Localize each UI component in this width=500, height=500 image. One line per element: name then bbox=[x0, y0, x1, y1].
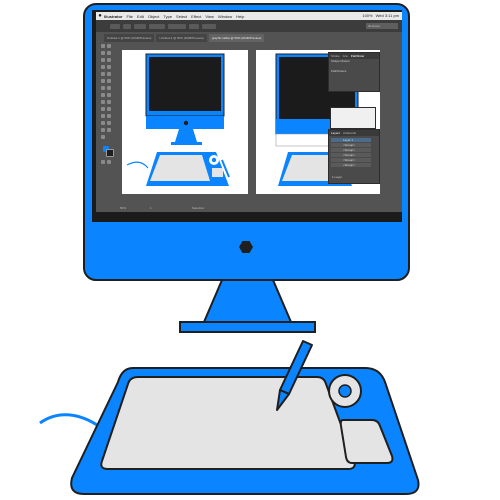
layer-row[interactable]: <Group> bbox=[331, 153, 371, 157]
workspace-search[interactable]: Illustrator bbox=[366, 23, 398, 29]
free-transform-tool-icon[interactable] bbox=[101, 93, 105, 97]
paintbrush-tool-icon[interactable] bbox=[101, 72, 105, 76]
control-stroke-weight[interactable] bbox=[149, 23, 165, 29]
mac-menubar: ● Illustrator File Edit Object Type Sele… bbox=[96, 12, 402, 20]
layers-count: 1 Layer bbox=[332, 175, 343, 179]
tablet-dial-center bbox=[338, 384, 352, 398]
control-select[interactable] bbox=[110, 23, 120, 29]
layer-row[interactable]: <Group> bbox=[331, 158, 371, 162]
screen-mode-icon[interactable] bbox=[107, 160, 111, 164]
menu-view[interactable]: View bbox=[205, 14, 214, 19]
menubar-status: 100% Wed 3:11 pm bbox=[362, 13, 399, 18]
mesh-tool-icon[interactable] bbox=[107, 100, 111, 104]
tab-untitled-1[interactable]: Untitled-1 @ 50% (RGB/Preview) bbox=[104, 34, 155, 42]
control-bar: Illustrator bbox=[96, 20, 402, 32]
pathfinder-panel: Stroke Gra Pathfinder Shape Modes: Pathf… bbox=[328, 52, 380, 92]
menu-select[interactable]: Select bbox=[176, 14, 187, 19]
symbol-sprayer-tool-icon[interactable] bbox=[107, 114, 111, 118]
stroke-swatch[interactable] bbox=[106, 149, 114, 157]
apple-icon[interactable]: ● bbox=[96, 13, 104, 19]
menu-object[interactable]: Object bbox=[148, 14, 160, 19]
lasso-tool-icon[interactable] bbox=[107, 51, 111, 55]
tablet-drawing-area[interactable] bbox=[100, 376, 356, 470]
type-tool-icon[interactable] bbox=[107, 58, 111, 62]
clock-text[interactable]: Wed 3:11 pm bbox=[376, 13, 399, 18]
symbols-panel bbox=[330, 107, 376, 129]
document-tabs: Untitled-1 @ 50% (RGB/Preview) Untitled-… bbox=[104, 34, 402, 42]
layer-row[interactable]: <Group> bbox=[331, 163, 371, 167]
eyedropper-tool-icon[interactable] bbox=[107, 107, 111, 111]
scale-tool-icon[interactable] bbox=[101, 86, 105, 90]
monitor-stand-neck bbox=[202, 279, 293, 323]
control-align[interactable] bbox=[202, 23, 216, 29]
menu-edit[interactable]: Edit bbox=[137, 14, 144, 19]
eraser-tool-icon[interactable] bbox=[101, 79, 105, 83]
tab-layers[interactable]: Layers bbox=[331, 130, 340, 136]
line-tool-icon[interactable] bbox=[101, 65, 105, 69]
status-bar: 50% 1 Selection bbox=[120, 206, 400, 211]
gradient-tool-icon[interactable] bbox=[101, 107, 105, 111]
layer-row[interactable]: <Group> bbox=[331, 143, 371, 147]
tab-graphic-tablet[interactable]: graphic tablet @ 50% (RGB/Preview) bbox=[208, 34, 265, 42]
perspective-grid-tool-icon[interactable] bbox=[101, 100, 105, 104]
current-tool-label: Selection bbox=[192, 206, 205, 210]
control-fill[interactable] bbox=[123, 23, 131, 29]
pencil-tool-icon[interactable] bbox=[107, 72, 111, 76]
tablet-cable bbox=[39, 413, 101, 429]
control-style[interactable] bbox=[168, 23, 186, 29]
selection-tool-icon[interactable] bbox=[101, 44, 105, 48]
app-name[interactable]: Illustrator bbox=[104, 14, 122, 19]
graphic-tablet bbox=[39, 340, 420, 495]
menu-type[interactable]: Type bbox=[163, 14, 172, 19]
hand-tool-icon[interactable] bbox=[107, 128, 111, 132]
battery-text: 100% bbox=[362, 13, 373, 18]
layer-row[interactable]: Layer 1 bbox=[331, 138, 371, 142]
zoom-tool-icon[interactable] bbox=[101, 135, 105, 139]
artboard-tool-icon[interactable] bbox=[107, 121, 111, 125]
monitor-stand-base bbox=[179, 321, 316, 333]
blend-tool-icon[interactable] bbox=[101, 114, 105, 118]
magic-wand-tool-icon[interactable] bbox=[101, 51, 105, 55]
artboard-navigator[interactable]: 1 bbox=[150, 206, 152, 210]
layer-row[interactable]: <Group> bbox=[331, 148, 371, 152]
illustrator-ui: ● Illustrator File Edit Object Type Sele… bbox=[96, 12, 402, 212]
tab-untitled-2[interactable]: Untitled-2 @ 50% (RGB/Preview) bbox=[156, 34, 207, 42]
control-opacity[interactable] bbox=[189, 23, 199, 29]
pen-tool-icon[interactable] bbox=[101, 58, 105, 62]
tab-pathfinder[interactable]: Pathfinder bbox=[351, 53, 365, 59]
shape-modes-label: Shape Modes: bbox=[331, 59, 351, 63]
tools-panel bbox=[100, 42, 114, 206]
menu-file[interactable]: File bbox=[126, 14, 132, 19]
slice-tool-icon[interactable] bbox=[101, 128, 105, 132]
menu-window[interactable]: Window bbox=[218, 14, 232, 19]
shape-builder-tool-icon[interactable] bbox=[107, 93, 111, 97]
rectangle-tool-icon[interactable] bbox=[107, 65, 111, 69]
tab-artboards[interactable]: Artboards bbox=[343, 130, 356, 136]
pathfinders-label: Pathfinders: bbox=[331, 69, 348, 73]
layers-panel: Layers Artboards Layer 1 <Group> <Group>… bbox=[328, 129, 380, 184]
draw-normal-icon[interactable] bbox=[101, 160, 105, 164]
graph-tool-icon[interactable] bbox=[101, 121, 105, 125]
width-tool-icon[interactable] bbox=[107, 86, 111, 90]
direct-selection-tool-icon[interactable] bbox=[107, 44, 111, 48]
menu-effect[interactable]: Effect bbox=[191, 14, 201, 19]
zoom-level[interactable]: 50% bbox=[120, 206, 126, 210]
rotate-tool-icon[interactable] bbox=[107, 79, 111, 83]
control-stroke[interactable] bbox=[134, 23, 146, 29]
menu-help[interactable]: Help bbox=[236, 14, 244, 19]
layers-panel-tabs: Layers Artboards bbox=[329, 130, 379, 136]
